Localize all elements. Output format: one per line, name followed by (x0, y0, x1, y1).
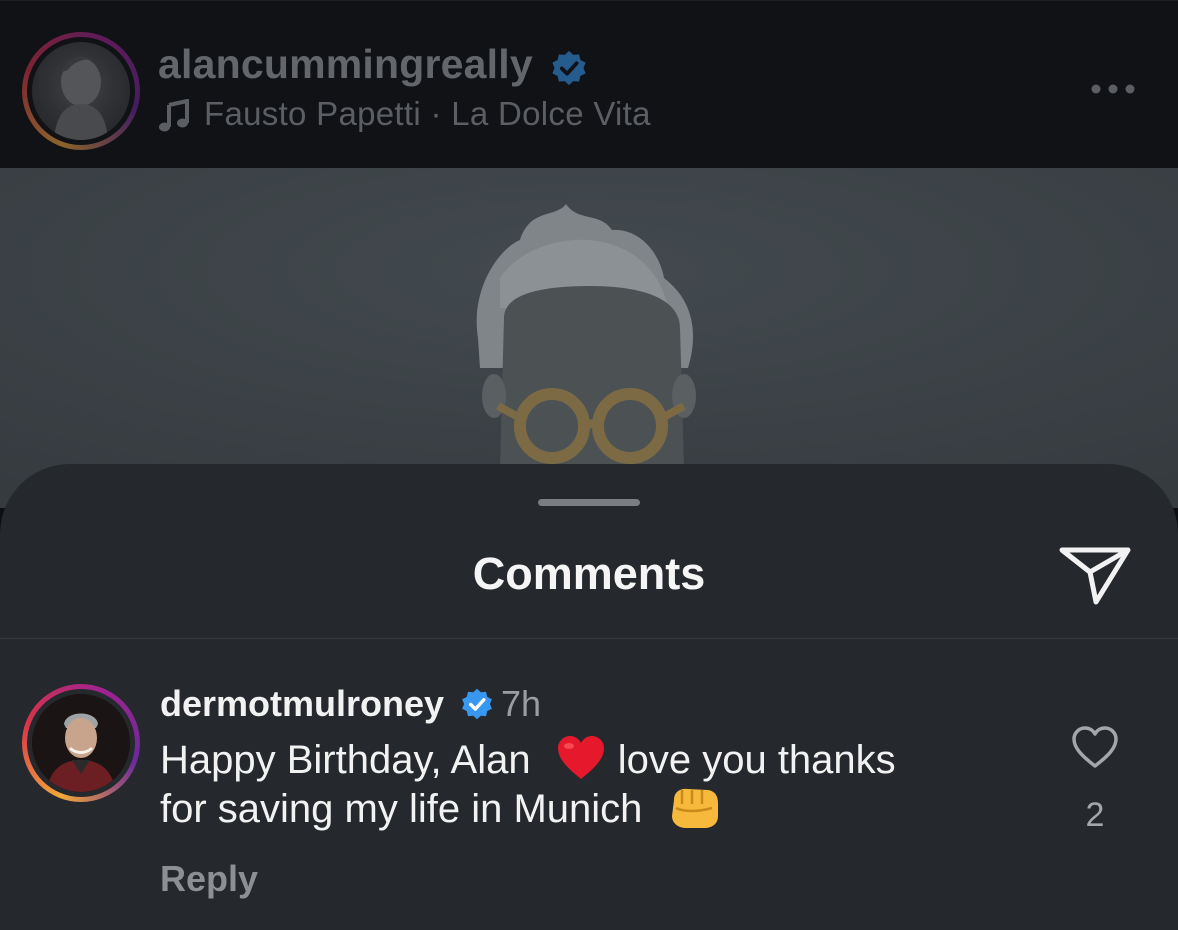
more-options-icon[interactable] (1088, 79, 1138, 99)
red-heart-emoji (557, 736, 604, 780)
paper-plane-icon[interactable] (1058, 544, 1132, 606)
sheet-divider (0, 638, 1178, 639)
commenter-avatar-photo (32, 694, 130, 792)
post-author-username[interactable]: alancummingreally (158, 41, 533, 88)
post-author-avatar-photo (32, 42, 130, 140)
post-media[interactable] (0, 168, 1178, 508)
commenter-avatar[interactable] (22, 684, 140, 802)
reply-button[interactable]: Reply (160, 858, 258, 900)
comments-sheet-title: Comments (472, 548, 706, 599)
comment-line-2: for saving my life in Munich (160, 785, 1020, 833)
comment-line-1: Happy Birthday, Alan love you thanks (160, 736, 1020, 785)
oncoming-fist-emoji (671, 788, 718, 828)
post-header: alancummingreally Fausto Papetti · La Do… (0, 0, 1178, 169)
post-audio-track[interactable]: Fausto Papetti · La Dolce Vita (204, 95, 651, 133)
grab-handle[interactable] (538, 499, 640, 506)
avatar-illustration (32, 694, 130, 792)
comment-timestamp: 7h (501, 683, 542, 724)
comment-like-count: 2 (1085, 796, 1105, 834)
avatar-illustration (54, 56, 108, 140)
instagram-reel-comments-screen: alancummingreally Fausto Papetti · La Do… (0, 0, 1178, 930)
commenter-username[interactable]: dermotmulroney (160, 683, 444, 725)
verified-badge-icon (462, 688, 492, 720)
verified-badge-icon (552, 50, 586, 86)
post-author-avatar[interactable] (22, 32, 140, 150)
comments-sheet: Comments dermotmulroney 7h Happy Birthda… (0, 464, 1178, 930)
heart-outline-icon[interactable] (1070, 724, 1120, 770)
comment-text: Happy Birthday, Alan love you thanks for… (160, 736, 1020, 834)
post-photo (0, 168, 1178, 508)
music-note-icon (159, 99, 189, 132)
